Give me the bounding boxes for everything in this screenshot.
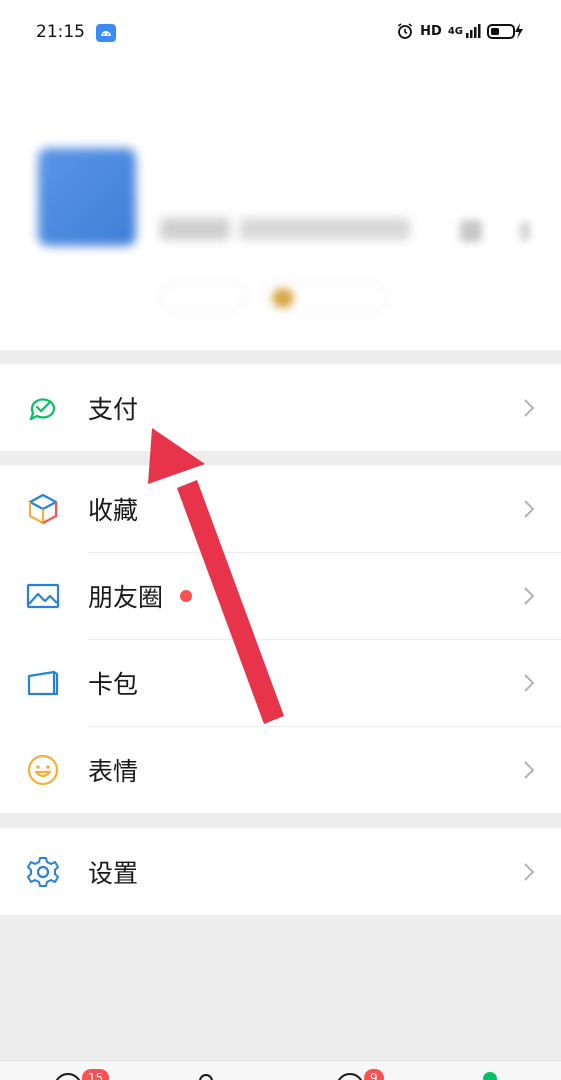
android-app-icon <box>96 24 116 42</box>
menu-item-label: 支付 <box>88 394 139 424</box>
menu-item-label: 设置 <box>88 858 139 888</box>
menu-item-label: 收藏 <box>88 495 139 525</box>
add-status-chip[interactable] <box>160 282 246 312</box>
sticker-icon <box>27 754 59 785</box>
tab-me-icon[interactable] <box>474 1071 506 1080</box>
menu-item-moments[interactable]: 朋友圈 <box>0 552 561 639</box>
tab-discover-icon[interactable] <box>334 1071 366 1080</box>
card-wallet-icon <box>27 670 59 695</box>
status-bar: 21:15 HD 4G <box>0 0 561 70</box>
qr-code-icon[interactable] <box>460 220 482 242</box>
new-moments-dot <box>180 589 192 602</box>
menu-item-label: 卡包 <box>88 669 139 699</box>
profile-wechat-id <box>160 218 410 240</box>
profile-chevron-icon[interactable] <box>520 222 530 240</box>
discover-badge: 9 <box>364 1069 384 1080</box>
pay-icon <box>29 397 56 420</box>
settings-icon <box>27 856 59 887</box>
status-time: 21:15 <box>36 22 85 42</box>
alarm-icon <box>398 23 413 39</box>
hd-indicator: HD <box>420 23 442 39</box>
network-type: 4G <box>447 25 463 37</box>
signal-icon <box>466 24 481 38</box>
chevron-right-icon <box>524 862 535 881</box>
tab-contacts-icon[interactable] <box>190 1071 222 1080</box>
moments-icon <box>26 583 60 608</box>
menu-item-pay[interactable]: 支付 <box>0 364 561 451</box>
chevron-right-icon <box>524 673 535 692</box>
bottom-tab-bar: 15 9 <box>0 1060 561 1080</box>
chevron-right-icon <box>524 398 535 417</box>
menu-group-main: 收藏 朋友圈 卡包 表情 <box>0 465 561 813</box>
menu-item-stickers[interactable]: 表情 <box>0 726 561 813</box>
menu-item-settings[interactable]: 设置 <box>0 828 561 915</box>
tab-chats-icon[interactable] <box>52 1071 84 1080</box>
menu-item-card-wallet[interactable]: 卡包 <box>0 639 561 726</box>
chats-badge: 15 <box>82 1069 110 1080</box>
menu-item-favorites[interactable]: 收藏 <box>0 465 561 552</box>
menu-group-pay: 支付 <box>0 364 561 451</box>
menu-group-settings: 设置 <box>0 828 561 915</box>
status-indicators: HD 4G <box>396 22 527 40</box>
chevron-right-icon <box>524 760 535 779</box>
chevron-right-icon <box>524 499 535 518</box>
profile-header[interactable] <box>0 70 561 350</box>
friend-avatar-icon <box>272 288 294 308</box>
avatar[interactable] <box>38 148 136 246</box>
battery-charging-icon <box>487 23 523 39</box>
chevron-right-icon <box>524 586 535 605</box>
menu-item-label: 表情 <box>88 756 139 786</box>
favorites-icon <box>28 493 58 524</box>
menu-item-label: 朋友圈 <box>88 582 164 612</box>
